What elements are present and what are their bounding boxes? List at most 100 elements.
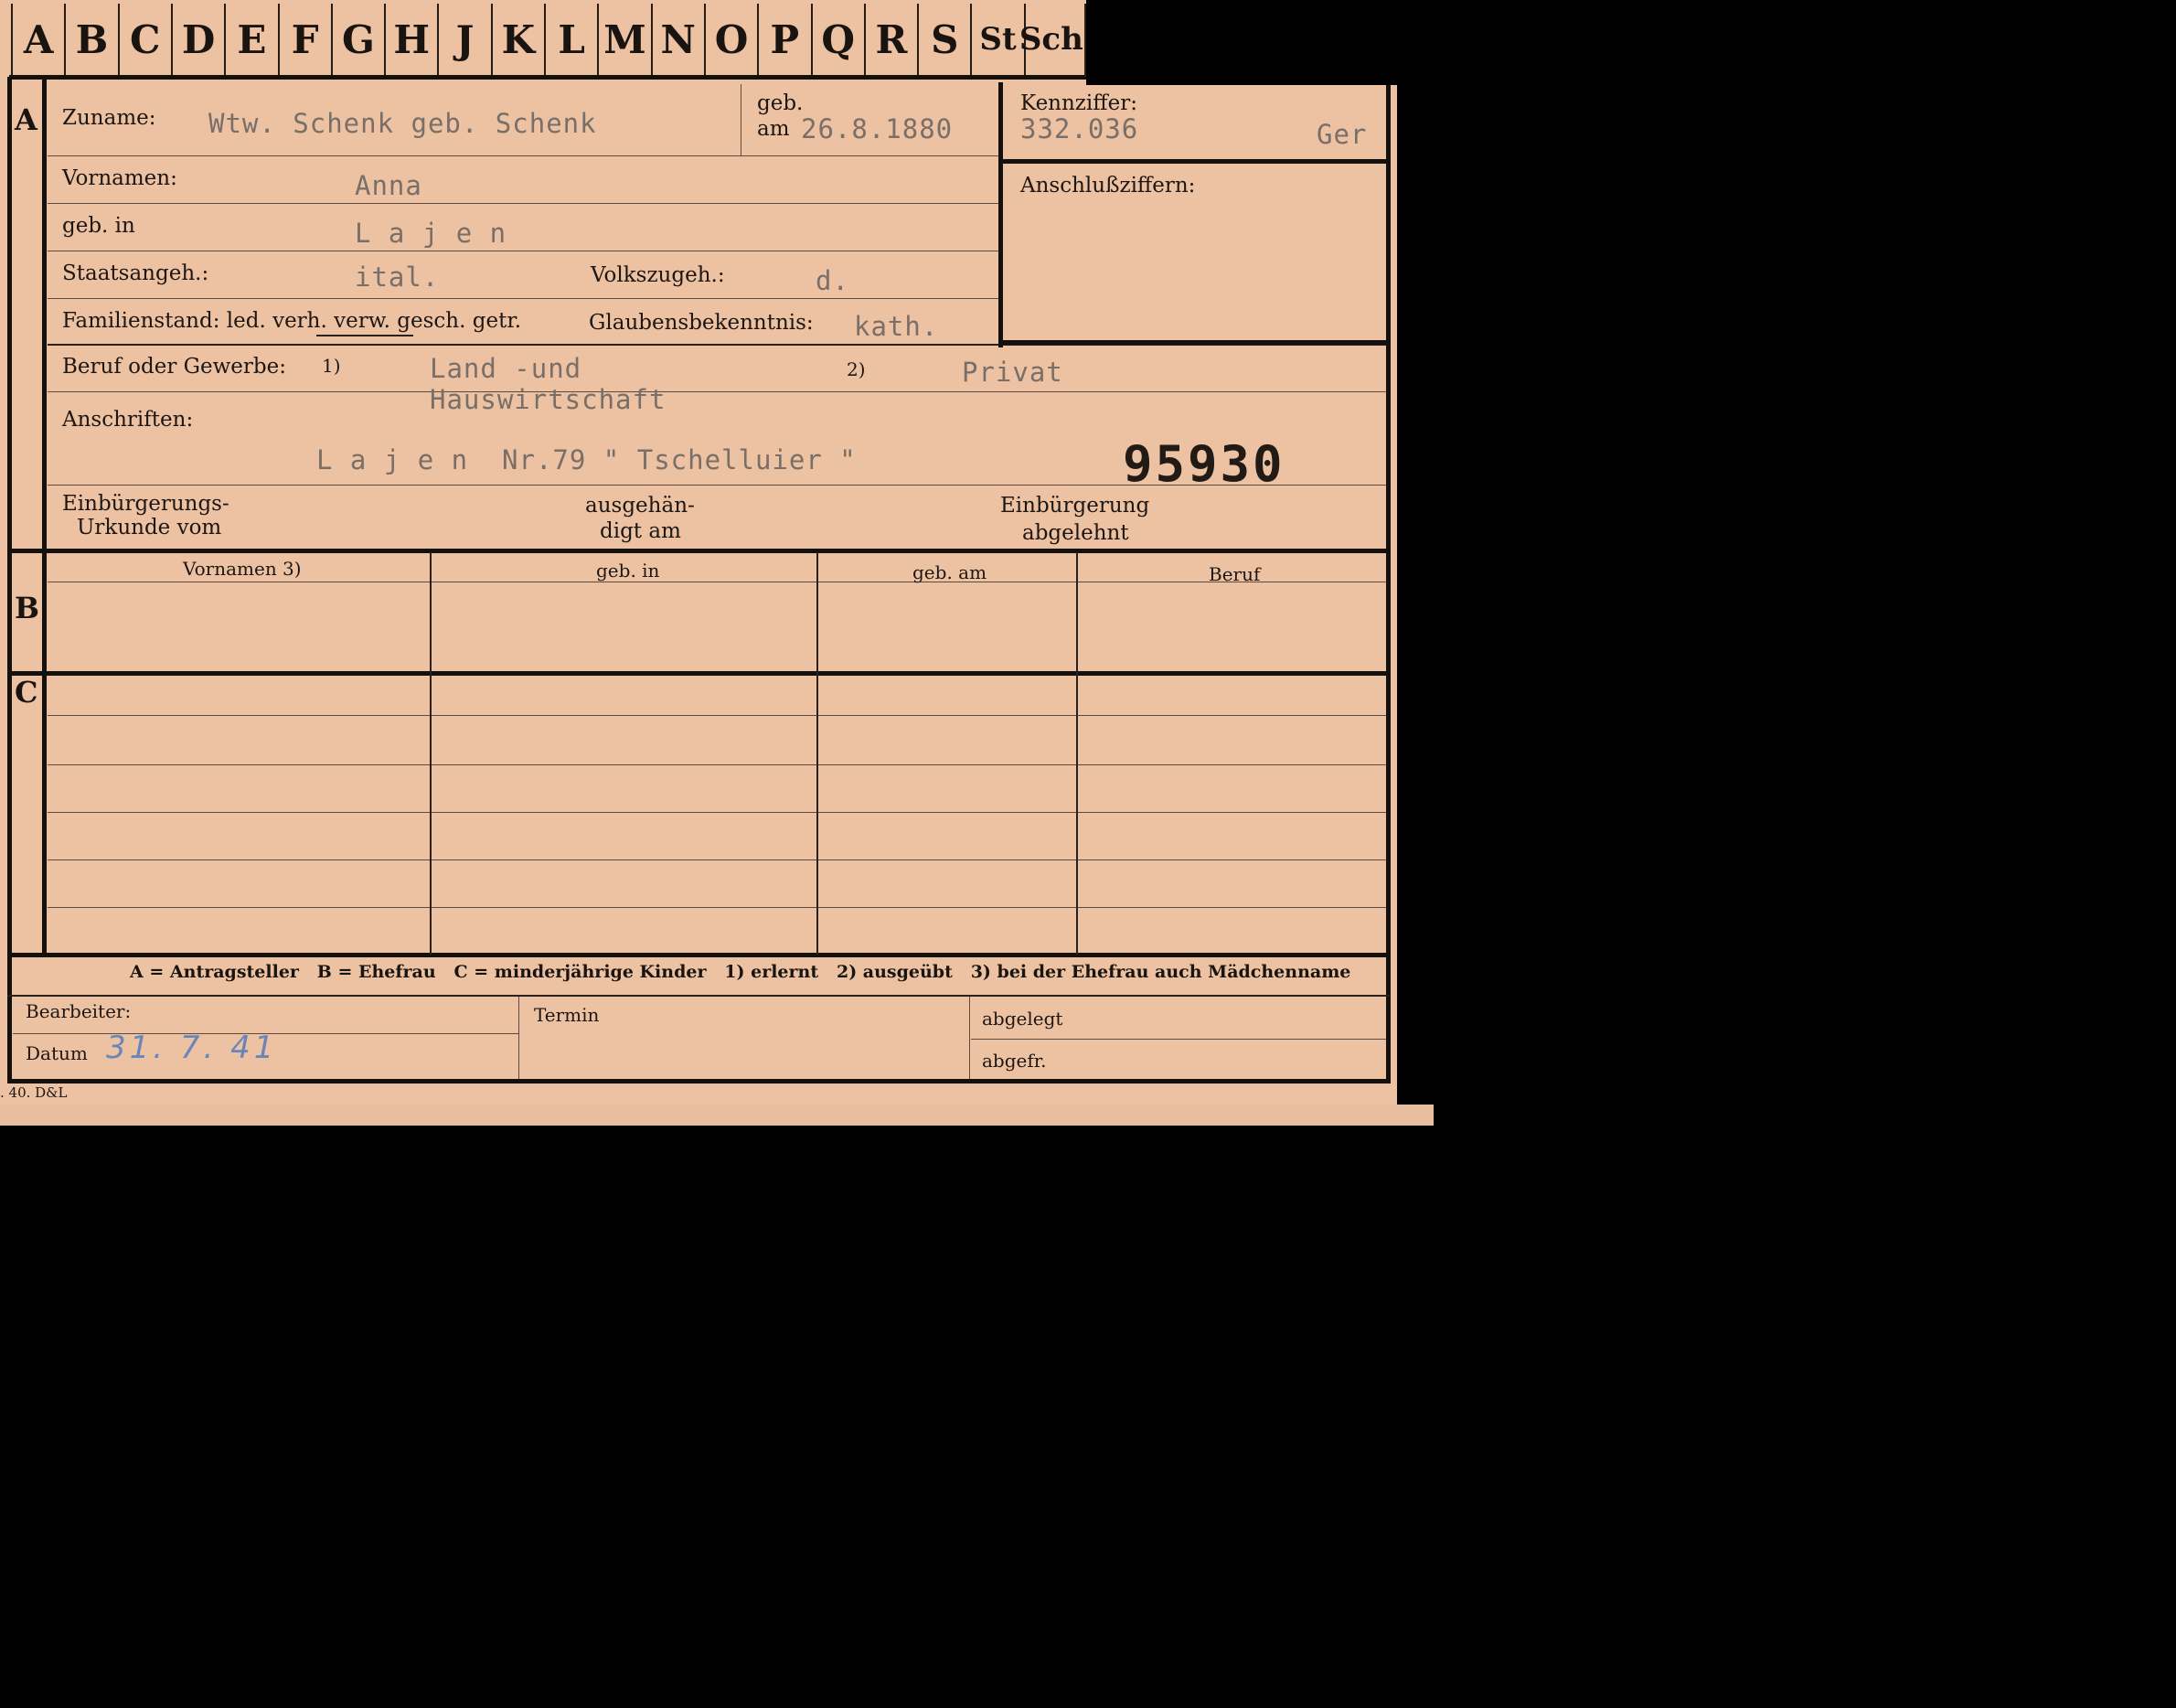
alphabet-tab[interactable]: D <box>170 4 225 75</box>
anschriften-value: L a j e n Nr.79 " Tschelluier " <box>316 444 857 475</box>
row-letter-b: B <box>15 591 40 625</box>
rule-section-c-end <box>7 953 1390 957</box>
alphabet-tab[interactable]: E <box>224 4 278 75</box>
alphabet-tab[interactable]: M <box>597 4 651 75</box>
kennziffer-label: Kennziffer: <box>1020 91 1137 115</box>
footer-col-rule <box>518 997 519 1079</box>
rule-vornamen <box>48 203 998 204</box>
kennziffer-value: 332.036 <box>1020 113 1139 144</box>
geb-label: geb. <box>757 91 804 115</box>
table-col-rule <box>430 552 432 955</box>
file-number: 95930 <box>1123 435 1285 493</box>
rule-staatsangeh <box>48 298 998 299</box>
volkszugeh-label: Volkszugeh.: <box>591 263 725 287</box>
footer-col-rule <box>969 997 970 1079</box>
kennziffer-box-left <box>998 82 1003 347</box>
einbuergerungs-label-1: Einbürgerungs- <box>62 492 229 516</box>
table-row-rule <box>48 907 1386 908</box>
anschlussziffern-label: Anschlußziffern: <box>1020 174 1196 197</box>
glaubensbekenntnis-label: Glaubensbekenntnis: <box>589 311 814 335</box>
table-col-rule <box>816 552 818 955</box>
row-letter-c: C <box>15 675 38 710</box>
table-row-rule <box>48 812 1386 813</box>
einbuergerungs-label-2: Urkunde vom <box>77 516 222 539</box>
staatsangeh-label: Staatsangeh.: <box>62 262 209 285</box>
beruf-value-2: Privat <box>962 357 1063 388</box>
alphabet-tab[interactable]: R <box>863 4 918 75</box>
geb-in-value: L a j e n <box>355 218 507 249</box>
abgefr-label: abgefr. <box>982 1050 1047 1072</box>
table-row-rule <box>48 764 1386 765</box>
card-bottom-edge <box>0 1105 1434 1126</box>
alphabet-tab[interactable]: A <box>11 4 65 75</box>
row-letter-column-rule <box>42 79 47 955</box>
alphabet-tab[interactable]: H <box>384 4 438 75</box>
ausgehaendigt-label-2: digt am <box>600 519 681 543</box>
anschriften-label: Anschriften: <box>62 408 194 432</box>
table-row-rule <box>48 715 1386 716</box>
geb-am-label: am <box>757 117 790 141</box>
alphabet-tab[interactable]: G <box>330 4 385 75</box>
familienstand-label: Familienstand: led. verh. verw. gesch. g… <box>62 309 522 333</box>
alphabet-tab[interactable]: K <box>490 4 544 75</box>
vornamen-value: Anna <box>355 170 422 201</box>
kennziffer-box-bottom <box>998 340 1390 345</box>
zuname-label: Zuname: <box>62 106 156 130</box>
table-header-beruf: Beruf <box>1209 563 1261 585</box>
beruf-value-1a: Land -und <box>430 353 582 384</box>
alphabet-tab[interactable]: L <box>544 4 598 75</box>
vornamen-label: Vornamen: <box>62 166 177 190</box>
alphabet-tab[interactable]: Sch <box>1019 4 1083 75</box>
volkszugeh-value: d. <box>816 265 849 296</box>
kennziffer-box-mid <box>998 159 1390 164</box>
alphabet-tab[interactable]: C <box>117 4 171 75</box>
datum-handwritten-value: 31. 7. 41 <box>106 1030 278 1066</box>
print-mark: . 40. D&L <box>0 1084 68 1101</box>
alphabet-tab[interactable]: St <box>970 4 1024 75</box>
alphabet-tab[interactable]: N <box>650 4 704 75</box>
frame-right <box>1386 85 1391 1083</box>
footnote-mark-1: 1) <box>322 355 341 377</box>
datum-label: Datum <box>26 1042 88 1064</box>
beruf-value-1b: Hauswirtschaft <box>430 384 667 415</box>
kennziffer-suffix: Ger <box>1317 119 1368 150</box>
beruf-label: Beruf oder Gewerbe: <box>62 355 286 379</box>
alphabet-tab[interactable]: P <box>757 4 811 75</box>
rule-beruf <box>48 391 1386 392</box>
rule-section-a-end <box>7 549 1390 553</box>
tab-strip-end-rule <box>1084 4 1086 77</box>
alphabet-tab[interactable]: S <box>917 4 971 75</box>
alphabet-tab[interactable]: O <box>703 4 758 75</box>
zuname-value: Wtw. Schenk geb. Schenk <box>208 108 597 139</box>
table-col-rule <box>1076 552 1078 955</box>
rule-section-b-end <box>7 671 1390 676</box>
scan-background-top <box>1086 0 1434 85</box>
abgelegt-label: abgelegt <box>982 1008 1063 1030</box>
legend-line: A = Antragsteller B = Ehefrau C = minder… <box>130 962 1351 982</box>
rule-legend-bottom <box>7 995 1390 997</box>
rule-zuname <box>48 155 998 156</box>
rule-abgelegt <box>971 1039 1386 1040</box>
alphabet-tab[interactable]: F <box>277 4 331 75</box>
alphabet-tab[interactable]: Q <box>810 4 864 75</box>
row-letter-a: A <box>15 102 37 137</box>
staatsangeh-value: ital. <box>355 262 440 293</box>
birth-date-value: 26.8.1880 <box>801 113 954 144</box>
abgelehnt-label-2: abgelehnt <box>1022 521 1129 545</box>
ausgehaendigt-label-1: ausgehän- <box>585 494 695 518</box>
frame-bottom <box>7 1079 1391 1084</box>
familienstand-underline <box>316 335 413 336</box>
frame-left <box>7 77 12 1083</box>
table-header-geb-in: geb. in <box>596 560 660 582</box>
table-row-rule <box>48 859 1386 860</box>
tab-strip-bottom-rule <box>9 75 1086 80</box>
scan-background-right <box>1397 85 1434 1126</box>
bearbeiter-label: Bearbeiter: <box>26 1000 132 1022</box>
termin-label: Termin <box>534 1004 600 1026</box>
alphabet-tab[interactable]: J <box>437 4 491 75</box>
geb-in-label: geb. in <box>62 214 135 238</box>
glaubensbekenntnis-value: kath. <box>854 311 939 342</box>
alphabet-tab[interactable]: B <box>64 4 118 75</box>
table-header-geb-am: geb. am <box>912 561 987 583</box>
abgelehnt-label-1: Einbürgerung <box>1000 494 1150 518</box>
